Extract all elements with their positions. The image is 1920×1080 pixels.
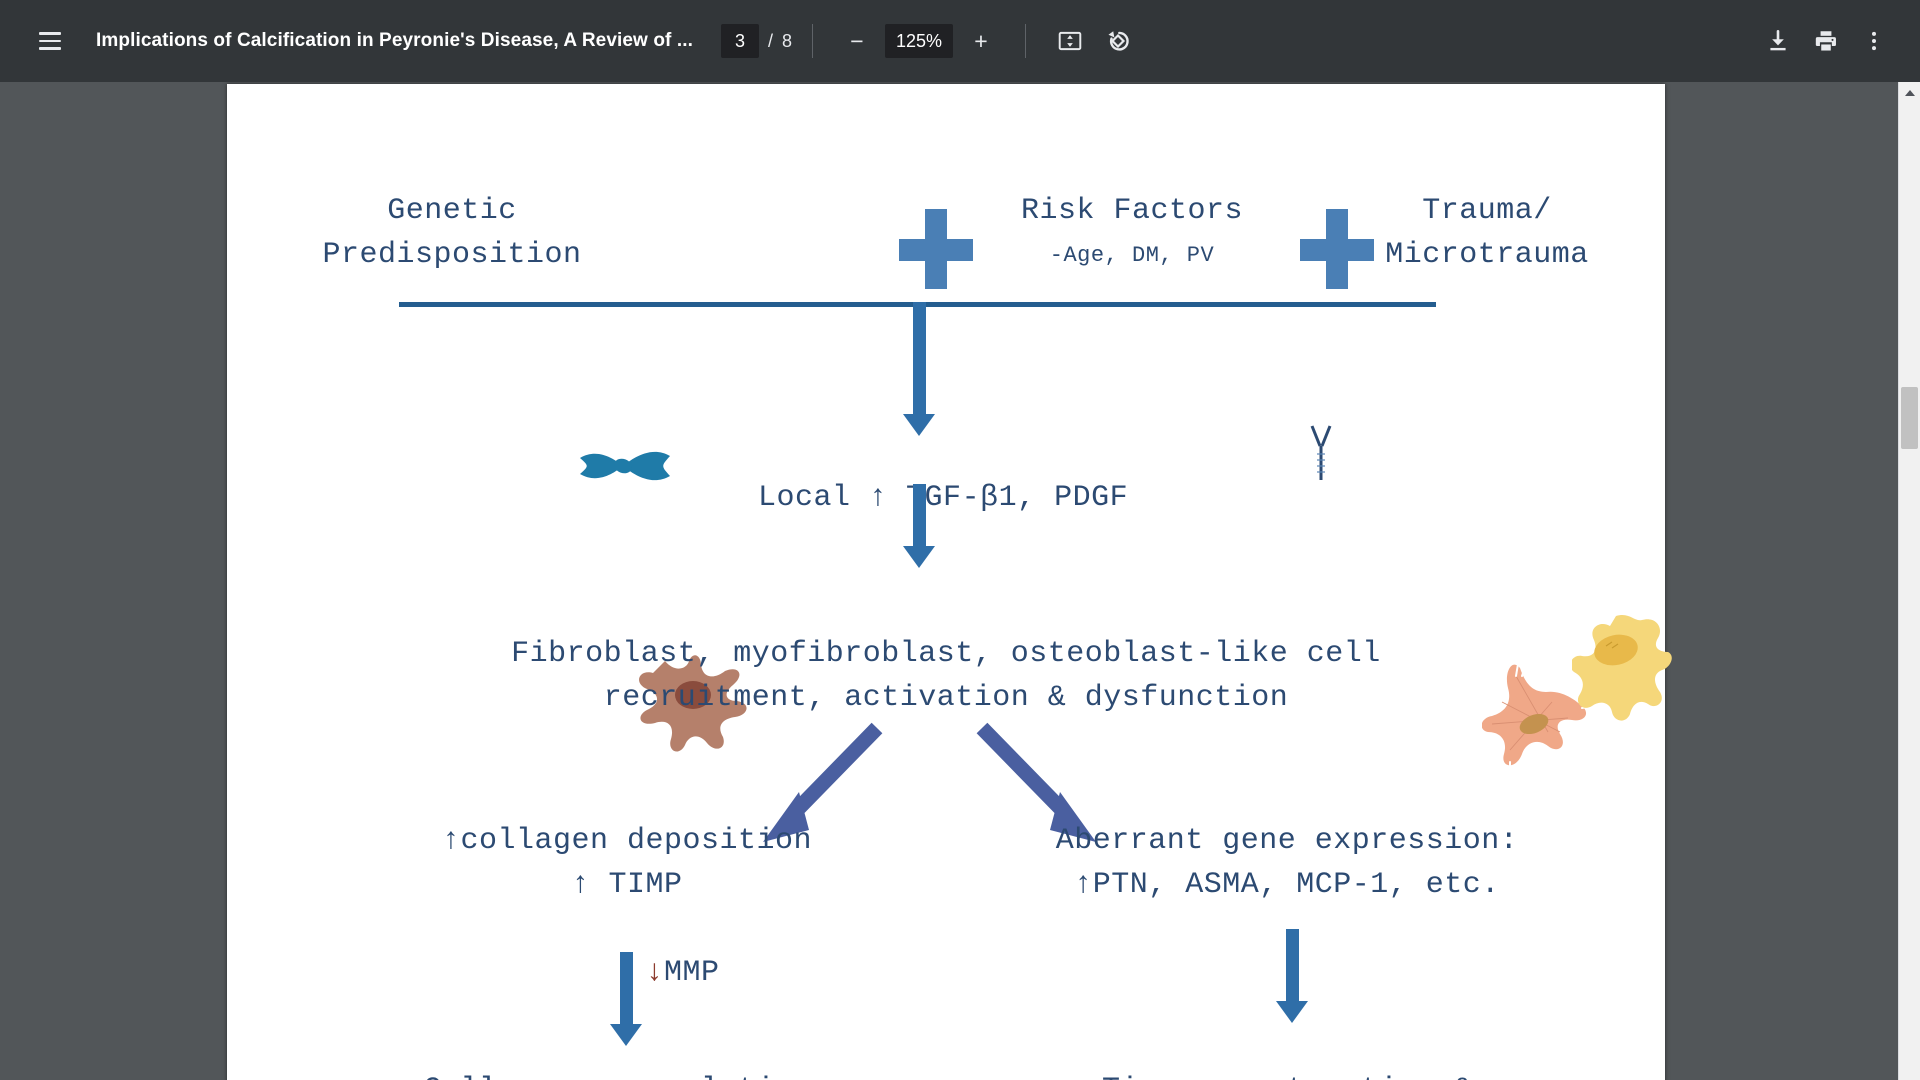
zoom-out-button[interactable]: − [833,17,881,65]
osteoblast-cell-icon [1572,615,1672,721]
print-button[interactable] [1802,17,1850,65]
toolbar-divider [1025,24,1026,58]
zoom-controls: − 125% + [833,17,1005,65]
more-vertical-icon [1871,31,1877,51]
hamburger-bar [39,32,61,35]
hamburger-bar [39,39,61,43]
row3-line1: Fibroblast, myofibroblast, osteoblast-li… [511,637,1381,671]
branch-left-line1: ↑collagen deposition [441,824,813,858]
branch-right-outcome-line1: Tissue contraction & [972,1068,1602,1080]
more-options-button[interactable] [1850,17,1898,65]
zoom-level-value[interactable]: 125% [885,24,953,58]
scroll-up-arrow-icon[interactable] [1899,82,1920,104]
fit-to-page-icon [1058,31,1082,51]
toolbar-divider [812,24,813,58]
branch-right-line2: ↑PTN, ASMA, MCP-1, etc. [1074,868,1500,902]
arrow-shaft-main [913,302,926,422]
plus-sign-1 [899,209,973,289]
scroll-thumb[interactable] [1901,387,1918,449]
arrow-head-right [1276,1001,1308,1023]
download-button[interactable] [1754,17,1802,65]
page-count: 8 [781,30,792,51]
row1-left-label: Genetic Predisposition [322,194,582,272]
pdf-page: Genetic Predisposition Risk Factors -Age… [227,84,1672,1080]
page-navigation: / 8 [720,24,792,58]
toolbar-right-actions [1754,17,1898,65]
mmp-label: MMP [664,956,720,990]
row1-middle-subtitle: -Age, DM, PV [1049,243,1215,268]
antibody-icon [1310,425,1332,480]
arrow-shaft-left [620,952,633,1032]
vertical-scrollbar[interactable] [1898,82,1920,1080]
zoom-in-button[interactable]: + [957,17,1005,65]
rotate-button[interactable] [1094,17,1142,65]
page-number-input[interactable] [720,24,759,58]
row1-right-label: Trauma/ Microtrauma [1385,194,1589,272]
mmp-down-arrow: ↓ [645,956,665,990]
zoom-in-label: + [974,27,988,54]
row3-line2: recruitment, activation & dysfunction [603,681,1289,715]
arrow-shaft-right [1286,929,1299,1009]
download-icon [1770,29,1786,51]
arrow-head-2 [903,546,935,568]
rotate-counterclockwise-icon [1108,31,1129,51]
branch-left-outcome-line1: Collagen accumulation, [357,1068,897,1080]
arrow-shaft-2 [913,484,926,554]
zoom-out-label: − [850,27,864,54]
row2-text: Local ↑ TGF-β1, PDGF [647,432,1287,564]
row2-text-value: Local ↑ TGF-β1, PDGF [758,481,1129,515]
page-separator: / [767,30,773,51]
document-title: Implications of Calcification in Peyroni… [96,30,693,51]
arrow-head-left [610,1024,642,1046]
hamburger-bar [39,47,61,50]
scroll-up-triangle [1904,90,1915,96]
pdf-toolbar: Implications of Calcification in Peyroni… [0,0,1920,82]
hamburger-menu-icon[interactable] [26,17,74,65]
pdf-viewer[interactable]: Genetic Predisposition Risk Factors -Age… [0,82,1920,1080]
branch-right-line1: Aberrant gene expression: [1055,824,1519,858]
fit-to-page-button[interactable] [1046,17,1094,65]
print-icon [1815,31,1836,51]
branch-left-line2: ↑ TIMP [571,868,683,902]
row1-middle-title: Risk Factors [1020,194,1244,228]
